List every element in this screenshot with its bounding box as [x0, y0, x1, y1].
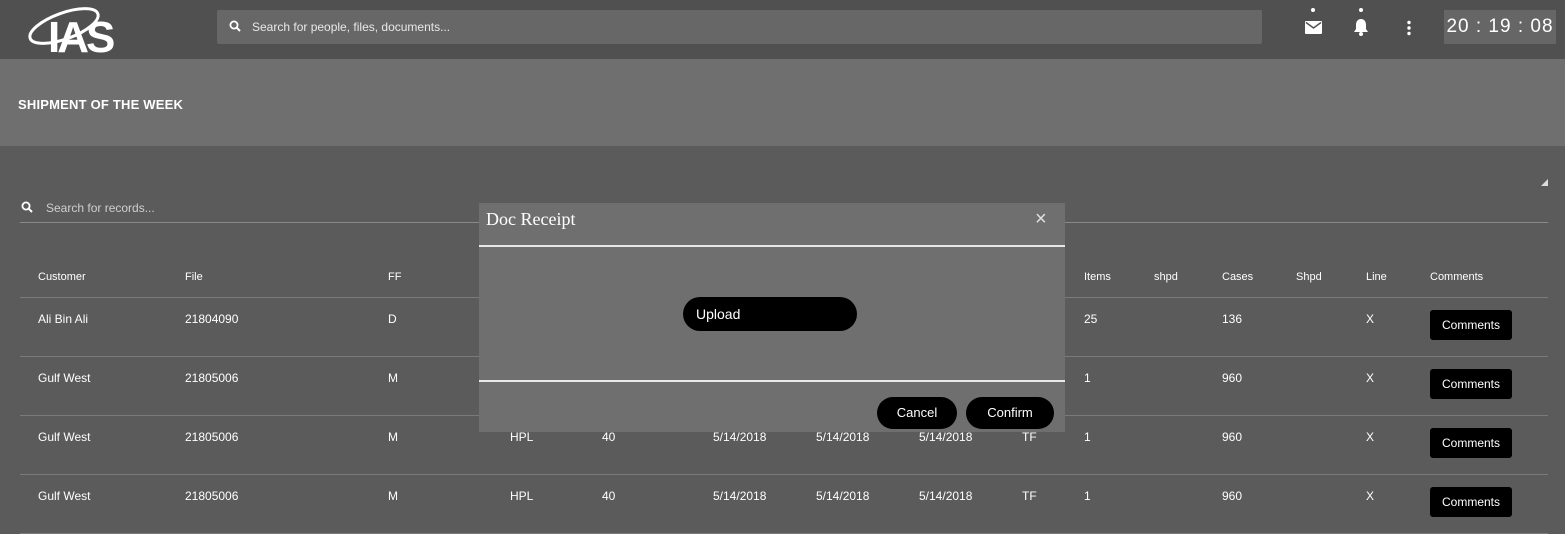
- global-search-placeholder: Search for people, files, documents...: [252, 20, 451, 34]
- cell-type: TF: [1022, 430, 1037, 444]
- cell-line: X: [1366, 371, 1375, 385]
- svg-text:IAS: IAS: [48, 13, 114, 56]
- confirm-button[interactable]: Confirm: [966, 397, 1054, 429]
- page-header: SHIPMENT OF THE WEEK: [0, 59, 1565, 146]
- cell-cases: 960: [1222, 430, 1243, 444]
- comments-button[interactable]: Comments: [1430, 369, 1512, 399]
- cell-carrier: HPL: [510, 430, 534, 444]
- modal-divider: [479, 245, 1065, 247]
- search-icon: [21, 201, 33, 213]
- column-header-shpd-2[interactable]: Shpd: [1296, 271, 1322, 283]
- cell-container-size: 40: [602, 430, 616, 444]
- page-title: SHIPMENT OF THE WEEK: [18, 97, 184, 112]
- cell-date-2: 5/14/2018: [816, 489, 870, 503]
- mail-icon[interactable]: [1305, 21, 1322, 34]
- column-header-shpd[interactable]: shpd: [1154, 271, 1178, 283]
- cell-line: X: [1366, 430, 1375, 444]
- more-options-icon[interactable]: [1406, 20, 1412, 36]
- cell-file: 21805006: [185, 430, 239, 444]
- ias-logo[interactable]: IAS: [26, 2, 132, 56]
- records-search-placeholder: Search for records...: [46, 201, 155, 215]
- modal-title: Doc Receipt: [486, 209, 576, 229]
- column-header-line[interactable]: Line: [1366, 271, 1387, 283]
- cell-date-3: 5/14/2018: [919, 430, 973, 444]
- comments-button[interactable]: Comments: [1430, 310, 1512, 340]
- cell-type: TF: [1022, 489, 1037, 503]
- cell-items: 1: [1084, 430, 1091, 444]
- cell-line: X: [1366, 489, 1375, 503]
- cell-ff: M: [388, 489, 398, 503]
- cell-items: 25: [1084, 312, 1098, 326]
- cell-customer: Gulf West: [38, 489, 91, 503]
- cell-carrier: HPL: [510, 489, 534, 503]
- cell-date-2: 5/14/2018: [816, 430, 870, 444]
- column-header-comments[interactable]: Comments: [1430, 271, 1483, 283]
- column-header-cases[interactable]: Cases: [1222, 271, 1253, 283]
- cell-cases: 136: [1222, 312, 1243, 326]
- clock-display: 20 : 19 : 08: [1444, 10, 1556, 44]
- cell-date-1: 5/14/2018: [713, 489, 767, 503]
- cell-file: 21804090: [185, 312, 239, 326]
- top-bar: IAS Search for people, files, documents.…: [0, 0, 1565, 59]
- cell-file: 21805006: [185, 371, 239, 385]
- column-header-file[interactable]: File: [185, 271, 203, 283]
- cell-items: 1: [1084, 371, 1091, 385]
- cell-customer: Gulf West: [38, 430, 91, 444]
- cell-date-3: 5/14/2018: [919, 489, 973, 503]
- cancel-button[interactable]: Cancel: [877, 397, 957, 429]
- cell-cases: 960: [1222, 371, 1243, 385]
- column-header-items[interactable]: Items: [1084, 271, 1111, 283]
- cell-line: X: [1366, 312, 1375, 326]
- cell-customer: Ali Bin Ali: [38, 312, 89, 326]
- doc-receipt-modal: Doc Receipt × Upload Cancel Confirm: [479, 203, 1065, 432]
- cell-customer: Gulf West: [38, 371, 91, 385]
- cell-container-size: 40: [602, 489, 616, 503]
- collapse-toggle-icon[interactable]: [1541, 179, 1548, 186]
- cell-file: 21805006: [185, 489, 239, 503]
- upload-button[interactable]: Upload: [683, 297, 857, 331]
- close-icon[interactable]: ×: [1035, 208, 1047, 231]
- comments-button[interactable]: Comments: [1430, 487, 1512, 517]
- cell-date-1: 5/14/2018: [713, 430, 767, 444]
- mail-notification-dot: [1311, 8, 1315, 12]
- column-header-ff[interactable]: FF: [388, 271, 401, 283]
- cell-items: 1: [1084, 489, 1091, 503]
- bell-notification-dot: [1359, 8, 1363, 12]
- bell-icon[interactable]: [1353, 18, 1369, 36]
- cell-ff: M: [388, 371, 398, 385]
- search-icon: [229, 20, 241, 32]
- cell-cases: 960: [1222, 489, 1243, 503]
- column-header-customer[interactable]: Customer: [38, 271, 86, 283]
- cell-ff: D: [388, 312, 397, 326]
- global-search-input[interactable]: Search for people, files, documents...: [217, 10, 1262, 44]
- comments-button[interactable]: Comments: [1430, 428, 1512, 458]
- table-row[interactable]: Gulf West 21805006 M HPL 40 5/14/2018 5/…: [20, 475, 1548, 534]
- cell-ff: M: [388, 430, 398, 444]
- modal-divider: [479, 380, 1065, 382]
